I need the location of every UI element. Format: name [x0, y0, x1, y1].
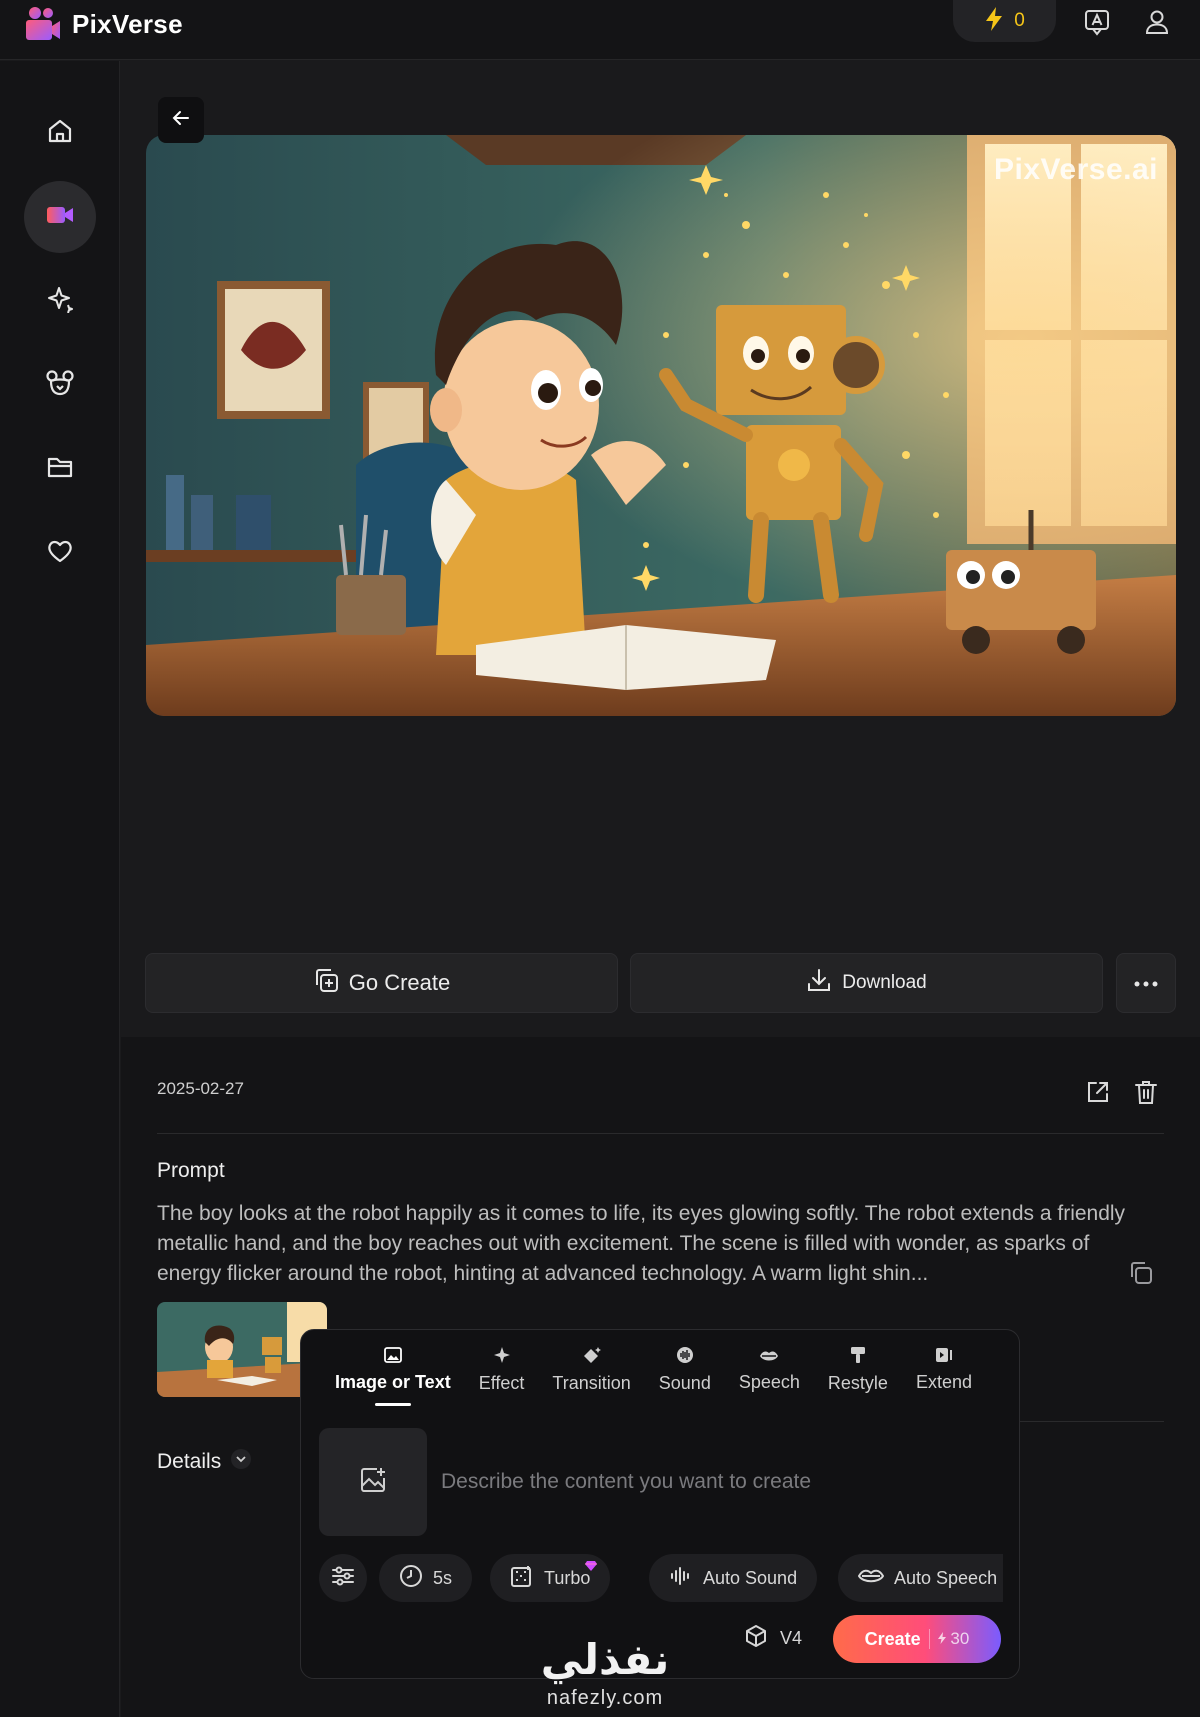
sidebar-item-video[interactable] [24, 181, 96, 253]
tab-speech[interactable]: Speech [725, 1330, 814, 1410]
details-label: Details [157, 1450, 222, 1473]
creation-date: 2025-02-27 [157, 1079, 244, 1098]
brush-icon [850, 1346, 866, 1369]
prompt-text: The boy looks at the robot happily as it… [157, 1202, 1126, 1285]
tab-restyle[interactable]: Restyle [814, 1330, 902, 1410]
nafezly-watermark: نفذلي nafezly.com [525, 1635, 685, 1717]
tab-label: Speech [738, 1372, 800, 1392]
tab-extend[interactable]: Extend [902, 1330, 986, 1410]
extend-icon [935, 1347, 953, 1368]
app-name: PixVerse [72, 8, 183, 39]
create-panel: Image or Text Effect Transition Sound Sp… [300, 1329, 1020, 1679]
duration-selector[interactable]: 5s [379, 1554, 473, 1602]
details-toggle[interactable]: Details [157, 1449, 252, 1475]
create-cost-value: 30 [950, 1629, 970, 1648]
duration-value: 5s [433, 1567, 453, 1588]
auto-speech-label: Auto Speech [894, 1567, 998, 1588]
user-icon[interactable] [1139, 4, 1175, 40]
sidebar-item-favorites[interactable] [24, 517, 96, 589]
sliders-icon [331, 1565, 355, 1592]
more-horizontal-icon [1134, 974, 1158, 992]
go-create-label: Go Create [348, 970, 451, 995]
add-copy-icon [313, 967, 339, 999]
model-version: V4 [780, 1628, 803, 1648]
upload-image-button[interactable] [319, 1428, 427, 1536]
sidebar-item-characters[interactable] [24, 349, 96, 421]
lips-icon [857, 1568, 885, 1589]
lips-icon [759, 1347, 779, 1368]
waveform-icon [669, 1566, 693, 1591]
divider [1020, 1421, 1164, 1422]
auto-speech-toggle[interactable]: Auto Speech [838, 1554, 1003, 1602]
folder-icon [46, 454, 74, 485]
back-button[interactable] [158, 97, 204, 143]
heart-icon [46, 538, 74, 569]
model-version-selector[interactable]: V4 [744, 1624, 802, 1653]
arrow-left-icon [170, 107, 192, 134]
copy-icon[interactable] [1128, 1260, 1154, 1286]
download-label: Download [842, 972, 927, 993]
create-label: Create [864, 1628, 921, 1649]
nafezly-arabic-text: نفذلي [540, 1635, 670, 1684]
more-options-button[interactable] [1116, 953, 1176, 1013]
turbo-toggle[interactable]: Turbo [490, 1554, 611, 1602]
tab-label: Sound [658, 1373, 711, 1393]
app-logo[interactable]: PixVerse [24, 6, 183, 42]
create-cost: 30 [928, 1629, 970, 1649]
sparkle-icon [46, 285, 74, 318]
tab-label: Image or Text [335, 1372, 451, 1392]
generated-video-preview[interactable]: PixVerse.ai [146, 135, 1176, 716]
tab-label: Restyle [827, 1373, 888, 1393]
auto-sound-toggle[interactable]: Auto Sound [649, 1554, 818, 1602]
chevron-down-icon [231, 1449, 252, 1475]
cube-icon [744, 1624, 768, 1653]
premium-gem-icon [584, 1556, 598, 1577]
sidebar-item-assets[interactable] [24, 433, 96, 505]
settings-button[interactable] [319, 1554, 367, 1602]
tab-transition[interactable]: Transition [538, 1330, 644, 1410]
download-icon [806, 967, 832, 999]
watermark: PixVerse.ai [994, 153, 1158, 186]
diamond-sparkle-icon [582, 1346, 602, 1369]
sidebar-item-effects[interactable] [24, 265, 96, 337]
tab-label: Extend [915, 1372, 972, 1392]
translate-icon[interactable] [1079, 4, 1115, 40]
pixverse-logo-icon [24, 6, 62, 42]
lightning-icon [984, 6, 1004, 37]
prompt-input[interactable]: Describe the content you want to create [441, 1470, 811, 1494]
tab-sound[interactable]: Sound [645, 1330, 725, 1410]
sparkle-icon [493, 1346, 511, 1369]
download-button[interactable]: Download [630, 953, 1103, 1013]
trash-icon[interactable] [1131, 1077, 1161, 1107]
sidebar-item-home[interactable] [24, 97, 96, 169]
prompt-label: Prompt [157, 1159, 225, 1182]
image-icon [383, 1347, 402, 1368]
video-camera-icon [46, 204, 74, 231]
go-create-button[interactable]: Go Create [145, 953, 618, 1013]
create-button[interactable]: Create 30 [833, 1615, 1001, 1663]
top-bar: PixVerse 0 [0, 0, 1200, 60]
auto-sound-label: Auto Sound [703, 1567, 798, 1588]
nafezly-latin-text: nafezly.com [546, 1687, 664, 1709]
sidebar [0, 61, 120, 1717]
tab-label: Transition [552, 1373, 631, 1393]
boy-and-robot-illustration [146, 135, 1176, 716]
mascot-icon [45, 369, 75, 402]
share-icon[interactable] [1083, 1077, 1113, 1107]
image-add-icon [359, 1466, 387, 1499]
tab-effect[interactable]: Effect [465, 1330, 539, 1410]
tab-image-or-text[interactable]: Image or Text [321, 1330, 465, 1410]
sound-icon [676, 1346, 694, 1369]
clock-icon [399, 1564, 423, 1593]
turbo-icon [510, 1564, 534, 1593]
home-icon [46, 117, 74, 150]
lightning-icon [937, 1629, 951, 1648]
credits-badge[interactable]: 0 [953, 0, 1056, 42]
create-mode-tabs: Image or Text Effect Transition Sound Sp… [301, 1330, 1019, 1410]
credits-count: 0 [1014, 10, 1025, 31]
tab-label: Effect [478, 1373, 525, 1393]
divider [157, 1133, 1164, 1134]
